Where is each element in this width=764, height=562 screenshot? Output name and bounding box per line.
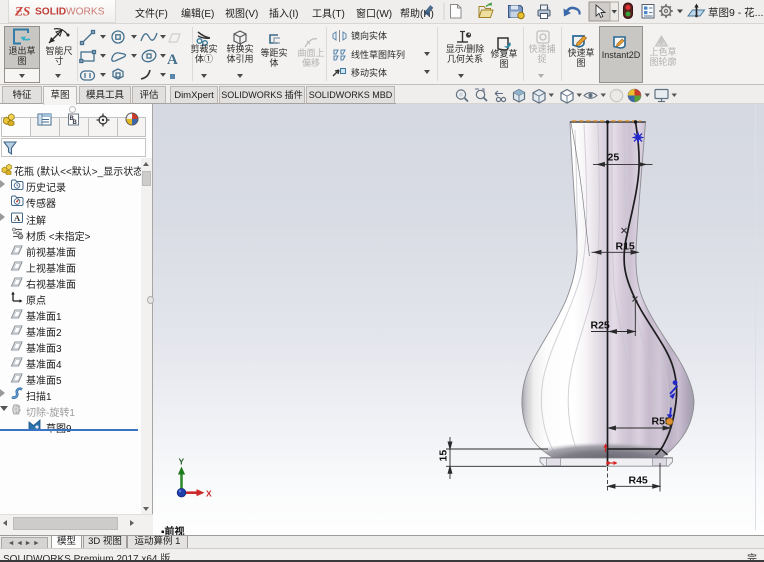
svg-text:15: 15 — [438, 450, 450, 462]
svg-text:ƵS: ƵS — [14, 4, 30, 19]
svg-text:X: X — [206, 489, 212, 499]
svg-text:25: 25 — [608, 152, 620, 164]
svg-text:R45: R45 — [629, 475, 648, 487]
svg-text:B: B — [73, 120, 78, 126]
svg-text:WORKS: WORKS — [66, 7, 105, 18]
svg-text:SOLID: SOLID — [35, 7, 66, 18]
svg-text:R15: R15 — [616, 241, 635, 253]
svg-text:Y: Y — [179, 457, 185, 467]
svg-text:R25: R25 — [591, 320, 610, 332]
svg-text:A: A — [167, 52, 178, 68]
svg-text:A: A — [14, 213, 21, 223]
